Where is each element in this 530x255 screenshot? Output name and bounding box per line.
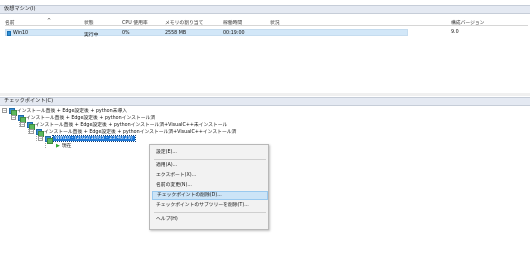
menu-separator <box>154 159 266 160</box>
vm-icon <box>7 30 11 36</box>
pane-splitter[interactable] <box>0 93 530 96</box>
menu-item-delete-checkpoint[interactable]: チェックポイントの削除(D)... <box>152 191 268 200</box>
vm-table-header: 名前 ^ 状態 CPU 使用率 メモリの割り当て 稼働時間 状況 構成バージョン <box>5 17 528 26</box>
checkpoint-icon <box>27 121 35 130</box>
vm-panel-header: 仮想マシン(I) <box>0 5 530 14</box>
menu-separator <box>154 212 266 213</box>
play-icon: ▶ <box>56 142 60 149</box>
col-state[interactable]: 状態 <box>84 19 94 26</box>
checkpoint-label: インストール直後 + Edge設定後 + pythonインストール済+Visua… <box>44 130 237 135</box>
vm-uptime: 00:19:00 <box>223 30 245 36</box>
col-cpu[interactable]: CPU 使用率 <box>122 19 148 26</box>
sort-asc-icon: ^ <box>47 19 52 24</box>
col-config-version[interactable]: 構成バージョン <box>451 19 484 26</box>
collapse-icon[interactable]: − <box>29 129 34 134</box>
vm-table: 名前 ^ 状態 CPU 使用率 メモリの割り当て 稼働時間 状況 構成バージョン… <box>5 17 528 38</box>
col-name[interactable]: 名前 <box>5 19 15 26</box>
collapse-icon[interactable]: − <box>38 136 43 141</box>
checkpoint-node-now[interactable]: ▶ 現在 <box>56 142 72 150</box>
vm-row-win10[interactable]: Win10 実行中 0% 2558 MB 00:19:00 <box>5 29 408 38</box>
menu-item-settings[interactable]: 設定(E)... <box>152 148 268 157</box>
checkpoint-node-1[interactable]: − インストール直後 + Edge設定後 + python未導入 <box>2 107 128 116</box>
menu-item-rename[interactable]: 名前の変更(N)... <box>152 181 268 190</box>
vm-memory: 2558 MB <box>165 30 187 36</box>
checkpoint-panel-header: チェックポイント(C) <box>0 97 530 106</box>
vm-cpu: 0% <box>122 30 130 36</box>
checkpoint-icon <box>36 128 44 137</box>
col-uptime[interactable]: 稼働時間 <box>223 19 242 26</box>
vm-state: 実行中 <box>84 32 99 38</box>
checkpoint-icon <box>45 135 53 144</box>
checkpoint-icon <box>9 107 17 116</box>
menu-item-apply[interactable]: 適用(A)... <box>152 161 268 170</box>
checkpoint-label: インストール直後 + Edge設定後 + pythonインストール済+Visua… <box>35 123 228 128</box>
checkpoint-label-selected: Win10 - (2022/10/05 - 23:40:29) <box>52 135 136 142</box>
checkpoint-node-3[interactable]: − インストール直後 + Edge設定後 + pythonインストール済+Vis… <box>20 121 228 130</box>
collapse-icon[interactable]: − <box>20 122 25 127</box>
checkpoint-label: 現在 <box>61 144 72 149</box>
checkpoint-node-2[interactable]: − インストール直後 + Edge設定後 + pythonインストール済 <box>11 114 156 123</box>
menu-item-export[interactable]: エクスポート(X)... <box>152 171 268 180</box>
context-menu: 設定(E)... 適用(A)... エクスポート(X)... 名前の変更(N).… <box>149 144 269 230</box>
menu-item-help[interactable]: ヘルプ(H) <box>152 215 268 224</box>
checkpoint-node-4[interactable]: − インストール直後 + Edge設定後 + pythonインストール済+Vis… <box>29 128 237 137</box>
checkpoint-label: インストール直後 + Edge設定後 + pythonインストール済 <box>26 116 156 121</box>
vm-config-version: 9.0 <box>451 29 459 35</box>
col-status[interactable]: 状況 <box>270 19 280 26</box>
menu-item-delete-subtree[interactable]: チェックポイントのサブツリーを削除(T)... <box>152 201 268 210</box>
col-memory[interactable]: メモリの割り当て <box>165 19 203 26</box>
checkpoint-icon <box>18 114 26 123</box>
checkpoint-label: インストール直後 + Edge設定後 + python未導入 <box>17 109 128 114</box>
vm-name: Win10 <box>13 30 29 36</box>
collapse-icon[interactable]: − <box>2 108 7 113</box>
collapse-icon[interactable]: − <box>11 115 16 120</box>
checkpoint-node-5-selected[interactable]: − Win10 - (2022/10/05 - 23:40:29) <box>38 135 136 144</box>
